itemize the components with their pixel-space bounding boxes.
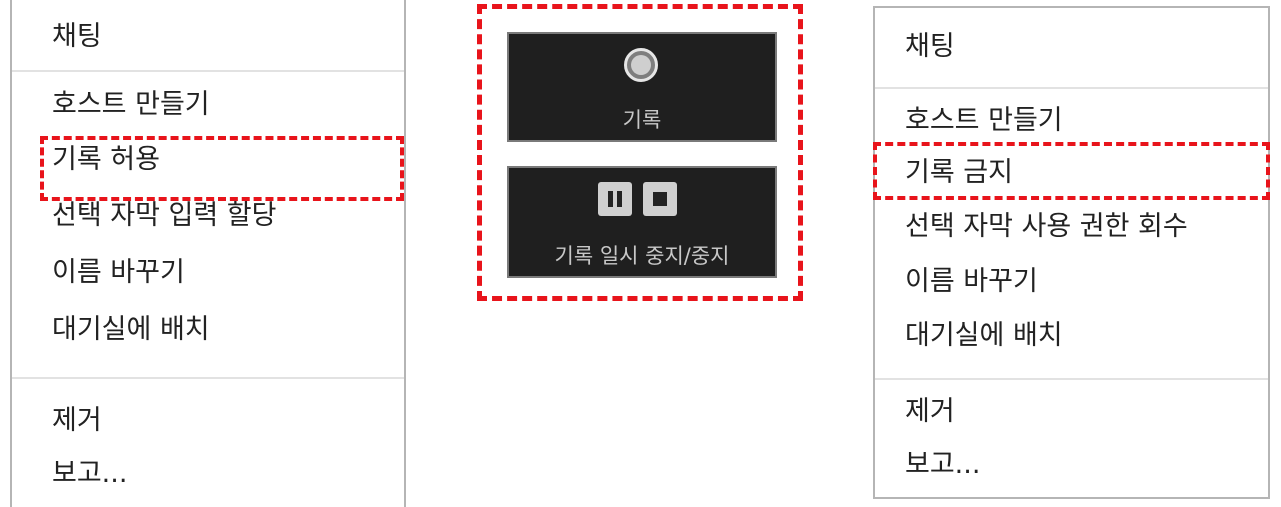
record-button[interactable]: 기록 [507, 32, 777, 142]
menu-item-chat[interactable]: 채팅 [12, 20, 404, 54]
pause-icon[interactable] [598, 182, 632, 216]
menu-divider [875, 87, 1268, 89]
menu-item-remove[interactable]: 제거 [12, 404, 404, 438]
menu-item-report[interactable]: 보고... [875, 448, 1268, 482]
pause-stop-button-label: 기록 일시 중지/중지 [554, 244, 730, 268]
pause-stop-record-button[interactable]: 기록 일시 중지/중지 [507, 166, 777, 278]
menu-item-chat[interactable]: 채팅 [875, 30, 1268, 64]
record-circle-icon [624, 48, 658, 82]
menu-divider [12, 70, 404, 72]
menu-item-revoke-cc[interactable]: 선택 자막 사용 권한 회수 [875, 210, 1268, 244]
menu-item-remove[interactable]: 제거 [875, 395, 1268, 429]
menu-item-assign-cc[interactable]: 선택 자막 입력 할당 [12, 199, 404, 233]
participant-context-menu-left: 채팅 호스트 만들기 기록 허용 선택 자막 입력 할당 이름 바꾸기 대기실에… [10, 0, 406, 507]
record-button-label: 기록 [622, 108, 662, 132]
menu-item-report[interactable]: 보고... [12, 457, 404, 491]
menu-item-make-host[interactable]: 호스트 만들기 [875, 104, 1268, 138]
menu-item-rename[interactable]: 이름 바꾸기 [12, 256, 404, 290]
highlight-box-allow-record [40, 136, 404, 201]
menu-item-make-host[interactable]: 호스트 만들기 [12, 88, 404, 122]
highlight-box-disallow-record [873, 142, 1270, 200]
menu-item-rename[interactable]: 이름 바꾸기 [875, 265, 1268, 299]
menu-item-waiting-room[interactable]: 대기실에 배치 [12, 313, 404, 347]
highlight-box-record-controls: 기록 기록 일시 중지/중지 [477, 4, 803, 301]
stop-icon[interactable] [643, 182, 677, 216]
menu-item-waiting-room[interactable]: 대기실에 배치 [875, 319, 1268, 353]
menu-divider [875, 378, 1268, 380]
participant-context-menu-right: 채팅 호스트 만들기 기록 금지 선택 자막 사용 권한 회수 이름 바꾸기 대… [873, 6, 1270, 499]
menu-divider [12, 377, 404, 379]
